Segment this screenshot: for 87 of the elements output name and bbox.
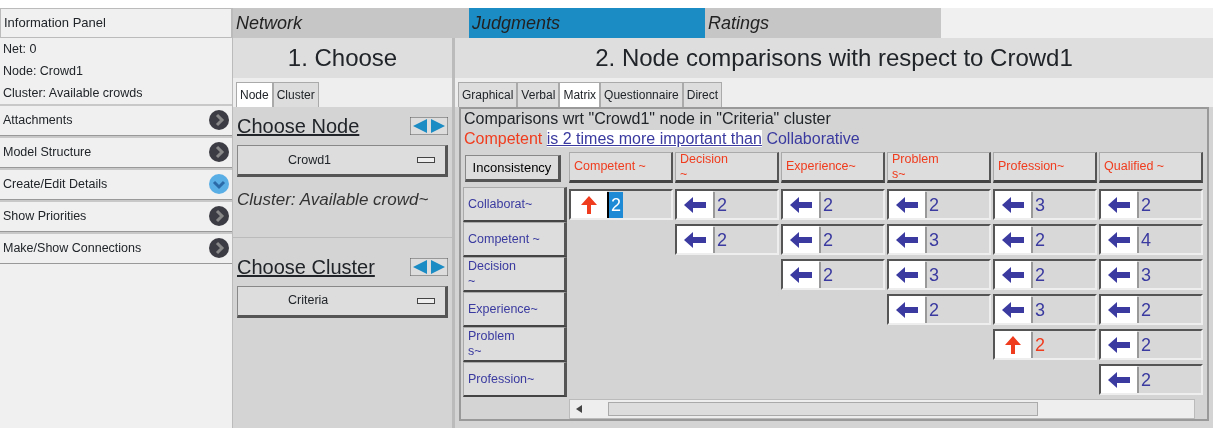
tab[interactable]: Judgments [469, 8, 705, 38]
section-heading: Choose Node [237, 114, 360, 139]
cell-value: 2 [925, 296, 941, 323]
cell-value: 2 [1137, 191, 1153, 218]
tab[interactable]: Cluster [272, 82, 319, 107]
tab[interactable]: Questionnaire [600, 82, 683, 107]
cell-value: 3 [925, 261, 941, 288]
chevron-right-icon[interactable] [209, 238, 229, 258]
comparison-cell[interactable]: 2 [781, 224, 885, 255]
row-header[interactable]: Decision ~ [463, 257, 567, 292]
cell-value: 3 [1031, 296, 1047, 323]
cluster-note: Cluster: Available crowd~ [233, 179, 452, 238]
horizontal-scrollbar[interactable] [569, 399, 1195, 419]
comparison-cell[interactable]: 2 [1099, 189, 1203, 220]
cell-value: 4 [1137, 226, 1153, 253]
section-heading: Choose Cluster [237, 254, 375, 280]
cell-value: 2 [925, 191, 941, 218]
comparison-cell[interactable]: 2 [675, 189, 779, 220]
comparison-cell[interactable]: 2 [887, 189, 991, 220]
accordion-item[interactable]: Make/Show Connections [0, 231, 232, 264]
accordion-item[interactable]: Create/Edit Details [0, 167, 232, 200]
scroll-left-icon[interactable] [575, 405, 583, 413]
accordion-item[interactable]: Attachments [0, 103, 232, 136]
tab[interactable]: Network [233, 8, 469, 38]
inconsistency-button[interactable]: Inconsistency [465, 155, 561, 182]
row-header[interactable]: Profession~ [463, 362, 567, 397]
info-line: Node: Crowd1 [2, 62, 84, 80]
prev-next-arrows-icon[interactable] [410, 257, 448, 276]
cell-value: 2 [1031, 331, 1047, 358]
comparison-cell[interactable]: 2 [781, 189, 885, 220]
chevron-right-icon[interactable] [209, 142, 229, 162]
chevron-down-icon[interactable] [209, 174, 229, 194]
caption: Comparisons wrt "Crowd1" node in "Criteria" cluster [463, 109, 832, 129]
dropdown-handle-icon [417, 297, 435, 304]
accordion-item[interactable]: Show Priorities [0, 199, 232, 232]
comparison-cell[interactable]: 3 [887, 224, 991, 255]
chevron-right-icon[interactable] [209, 206, 229, 226]
cell-value: 3 [925, 226, 941, 253]
info-line: Net: 0 [2, 40, 38, 58]
cell-value: 2 [1031, 261, 1047, 288]
panel-title: Information Panel [0, 8, 232, 38]
comparison-cell[interactable]: 4 [1099, 224, 1203, 255]
dropdown-handle-icon [417, 157, 435, 163]
tab[interactable]: Direct [682, 82, 723, 107]
dropdown[interactable]: Crowd1 [237, 145, 448, 177]
comparison-cell[interactable]: 2 [675, 224, 779, 255]
comparison-cell[interactable]: 2 [887, 294, 991, 325]
comparison-cell[interactable]: 3 [887, 259, 991, 290]
comparison-cell[interactable]: 3 [1099, 259, 1203, 290]
tab[interactable]: Verbal [517, 82, 560, 107]
info-line: Cluster: Available crowds [2, 84, 144, 102]
tab[interactable]: Node [236, 82, 273, 107]
cell-value: 2 [1137, 296, 1153, 323]
comparison-cell[interactable]: 3 [993, 189, 1097, 220]
cell-value: 2 [713, 226, 729, 253]
comparison-cell[interactable]: 2 [1099, 329, 1203, 360]
cell-value: 2 [713, 191, 729, 218]
cell-value: 2 [607, 191, 623, 218]
tab[interactable]: Matrix [559, 82, 601, 107]
row-header[interactable]: Experience~ [463, 292, 567, 327]
cell-value: 2 [1137, 366, 1153, 393]
comparison-cell[interactable]: 2 [1099, 294, 1203, 325]
comparison-cell[interactable]: 2 [993, 259, 1097, 290]
cell-value: 2 [819, 226, 835, 253]
prev-next-arrows-icon[interactable] [410, 117, 448, 135]
comparison-cell[interactable]: 3 [993, 294, 1097, 325]
row-header[interactable]: Collaborat~ [463, 187, 567, 222]
tab[interactable]: Graphical [458, 82, 518, 107]
judgment-statement: Competent is 2 times more important than Collaborative [463, 129, 861, 149]
comparison-cell[interactable]: 2 [993, 224, 1097, 255]
dropdown[interactable]: Criteria [237, 285, 448, 318]
comparison-cell[interactable]: 2 [569, 189, 673, 220]
section-title: 1. Choose [233, 38, 452, 78]
chevron-right-icon[interactable] [209, 110, 229, 130]
cell-value: 2 [1031, 226, 1047, 253]
row-header[interactable]: Competent ~ [463, 222, 567, 257]
row-header[interactable]: Problem s~ [463, 327, 567, 362]
accordion-item[interactable]: Model Structure [0, 135, 232, 168]
cell-value: 2 [819, 191, 835, 218]
cell-value: 2 [819, 261, 835, 288]
tab[interactable]: Ratings [705, 8, 941, 38]
cell-value: 2 [1137, 331, 1153, 358]
cell-value: 3 [1031, 191, 1047, 218]
cell-value: 3 [1137, 261, 1153, 288]
comparison-cell[interactable]: 2 [1099, 364, 1203, 395]
section-title: 2. Node comparisons with respect to Crowd1 [455, 38, 1213, 78]
comparison-cell[interactable]: 2 [781, 259, 885, 290]
